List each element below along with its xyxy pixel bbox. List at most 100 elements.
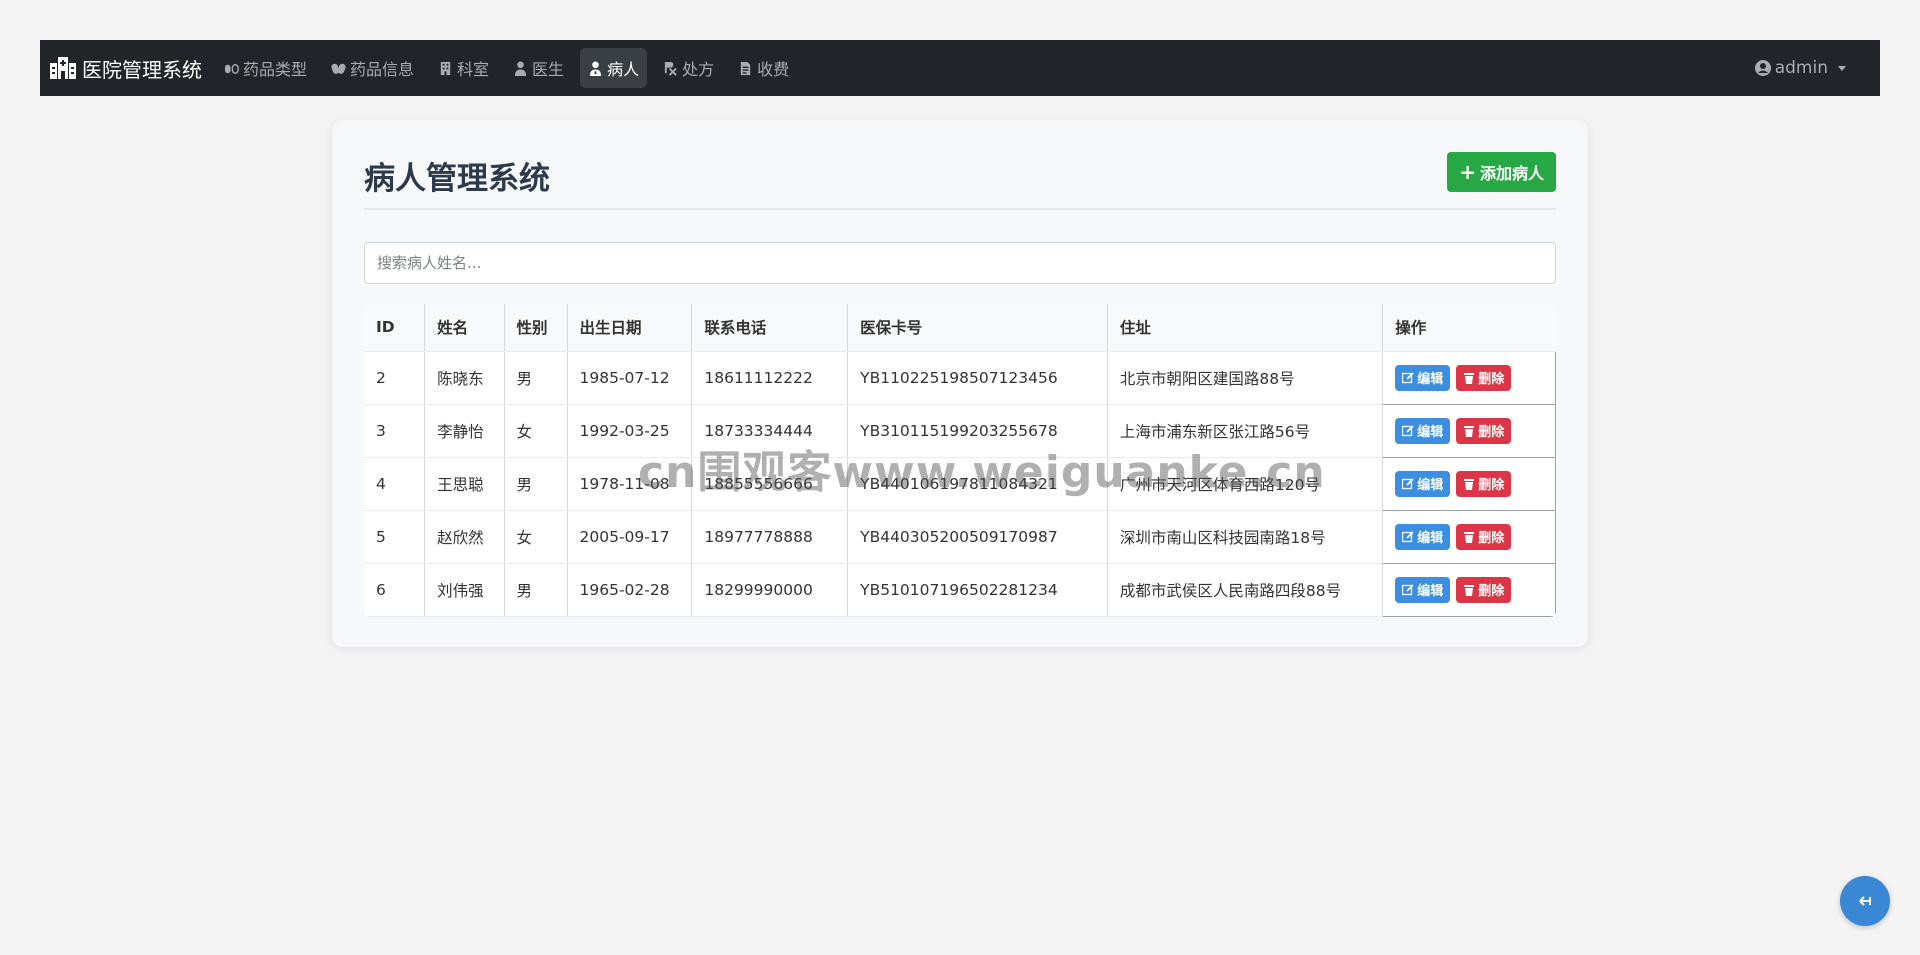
nav-item-label: 收费 <box>757 60 790 79</box>
nav-item-label: 处方 <box>682 60 715 79</box>
actions-cell: 编辑 删除 <box>1382 350 1556 405</box>
table-cell: 18299990000 <box>691 563 849 617</box>
column-header: 性别 <box>504 304 568 352</box>
trash-icon <box>1464 478 1475 490</box>
column-header: 姓名 <box>424 304 505 352</box>
table-header-row: ID 姓名 性别 出生日期 联系电话 医保卡号 住址 操作 <box>364 304 1556 352</box>
column-header: 出生日期 <box>567 304 693 352</box>
delete-button[interactable]: 删除 <box>1456 576 1512 603</box>
nav-item-label: 医生 <box>532 60 565 79</box>
edit-icon <box>1402 477 1414 489</box>
table-cell: 深圳市南山区科技园南路18号 <box>1107 510 1384 564</box>
nav-item-label: 药品类型 <box>243 60 308 79</box>
table-cell: 王思聪 <box>424 457 505 511</box>
edit-icon <box>1402 424 1414 436</box>
column-header: 操作 <box>1382 304 1556 352</box>
doctor-icon <box>513 60 532 76</box>
edit-icon <box>1402 371 1414 383</box>
edit-button[interactable]: 编辑 <box>1395 523 1451 550</box>
table-cell: 1985-07-12 <box>567 351 693 405</box>
brand-title: 医院管理系统 <box>82 57 202 82</box>
actions-cell: 编辑 删除 <box>1382 403 1556 458</box>
delete-label: 删除 <box>1478 425 1505 440</box>
edit-icon <box>1402 530 1414 542</box>
invoice-icon <box>738 61 757 76</box>
table-cell: 1965-02-28 <box>567 563 693 617</box>
table-row: 6 刘伟强男 1965-02-28 18299990000 YB510107196502… <box>364 562 1556 617</box>
edit-label: 编辑 <box>1417 584 1444 599</box>
edit-label: 编辑 <box>1417 478 1444 493</box>
table-cell: 3 <box>364 404 426 458</box>
back-button[interactable] <box>1840 876 1890 926</box>
edit-button[interactable]: 编辑 <box>1395 576 1451 603</box>
nav-item-building[interactable]: 科室 <box>430 48 497 88</box>
table-cell: 女 <box>504 404 568 458</box>
table-cell: 男 <box>504 563 568 617</box>
edit-label: 编辑 <box>1417 372 1444 387</box>
delete-button[interactable]: 删除 <box>1456 470 1512 497</box>
table-cell: 18977778888 <box>691 510 849 564</box>
table-cell: 女 <box>504 510 568 564</box>
pills-icon <box>224 61 243 76</box>
table-cell: YB510107196502281234 <box>847 563 1108 617</box>
nav-item-invoice[interactable]: 收费 <box>730 48 797 88</box>
table-cell: 2 <box>364 351 426 405</box>
column-header: ID <box>364 304 426 352</box>
user-name: admin <box>1774 58 1828 78</box>
table-cell: 2005-09-17 <box>567 510 693 564</box>
hospital-icon <box>50 57 76 79</box>
table-cell: 李静怡 <box>424 404 505 458</box>
arrow-left-icon <box>1859 896 1871 906</box>
plus-icon: + <box>1459 160 1476 184</box>
nav-item-label: 药品信息 <box>350 60 415 79</box>
table-cell: 刘伟强 <box>424 563 505 617</box>
nav-item-label: 病人 <box>607 60 640 79</box>
delete-label: 删除 <box>1478 584 1505 599</box>
trash-icon <box>1464 425 1475 437</box>
table-cell: 赵欣然 <box>424 510 505 564</box>
edit-icon <box>1402 583 1414 595</box>
brand-link[interactable]: 医院管理系统 <box>50 54 202 83</box>
nav-item-capsules[interactable]: 药品信息 <box>323 48 422 88</box>
table-cell: 6 <box>364 563 426 617</box>
nav-item-pills[interactable]: 药品类型 <box>216 48 315 88</box>
patient-card: 病人管理系统 + 添加病人 ID姓名性别出生日期联系电话医保卡号住址操作 2陈晓… <box>332 120 1588 647</box>
column-header: 医保卡号 <box>847 304 1108 352</box>
nav-item-prescription[interactable]: 处方 <box>655 48 722 88</box>
patient-icon <box>588 60 607 76</box>
capsules-icon <box>331 61 350 76</box>
add-patient-label: 添加病人 <box>1479 164 1544 183</box>
top-navbar: 医院管理系统 药品类型 药品信息 科室 医生 病人 处方 收费 admin <box>40 40 1880 96</box>
trash-icon <box>1464 531 1475 543</box>
page-title: 病人管理系统 <box>364 161 550 197</box>
table-cell: 4 <box>364 457 426 511</box>
user-dropdown[interactable]: admin <box>1754 40 1846 96</box>
delete-button[interactable]: 删除 <box>1456 417 1512 444</box>
actions-cell: 编辑 删除 <box>1382 456 1556 511</box>
search-input[interactable] <box>364 242 1556 284</box>
delete-label: 删除 <box>1478 478 1505 493</box>
edit-button[interactable]: 编辑 <box>1395 470 1451 497</box>
chevron-down-icon <box>1838 65 1846 71</box>
nav-item-doctor[interactable]: 医生 <box>505 48 572 88</box>
add-patient-button[interactable]: + 添加病人 <box>1447 152 1556 192</box>
delete-button[interactable]: 删除 <box>1456 523 1512 550</box>
user-circle-icon <box>1754 60 1771 76</box>
card-header: 病人管理系统 + 添加病人 <box>364 120 1556 210</box>
actions-cell: 编辑 删除 <box>1382 509 1556 564</box>
edit-label: 编辑 <box>1417 425 1444 440</box>
watermark: cn围观客www.weiguanke.cn <box>638 447 1326 498</box>
trash-icon <box>1464 372 1475 384</box>
edit-button[interactable]: 编辑 <box>1395 364 1451 391</box>
column-header: 住址 <box>1107 304 1384 352</box>
building-icon <box>438 61 457 76</box>
delete-button[interactable]: 删除 <box>1456 364 1512 391</box>
trash-icon <box>1464 584 1475 596</box>
nav-item-patient[interactable]: 病人 <box>580 48 648 88</box>
delete-label: 删除 <box>1478 531 1505 546</box>
table-cell: YB110225198507123456 <box>847 351 1108 405</box>
table-cell: YB440305200509170987 <box>847 510 1108 564</box>
edit-button[interactable]: 编辑 <box>1395 417 1451 444</box>
table-cell: 5 <box>364 510 426 564</box>
nav-item-label: 科室 <box>457 60 490 79</box>
